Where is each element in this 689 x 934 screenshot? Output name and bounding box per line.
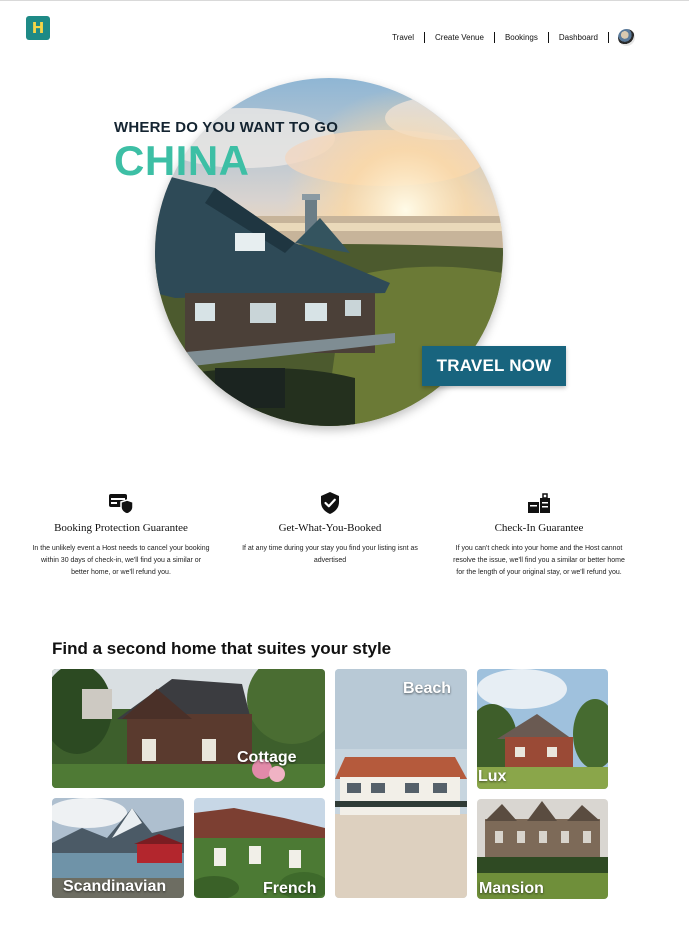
nav-dashboard[interactable]: Dashboard (547, 32, 608, 43)
tile-french[interactable]: French (194, 798, 325, 898)
feature-text: In the unlikely event a Host needs to ca… (32, 545, 210, 576)
feature-title: Check-In Guarantee (494, 522, 584, 534)
feature-title: Get-What-You-Booked (278, 522, 382, 534)
section-title: Find a second home that suites your styl… (52, 639, 392, 658)
nav-divider (608, 32, 609, 43)
tile-label: Scandinavian (63, 878, 167, 895)
avatar[interactable] (618, 29, 635, 46)
nav-travel[interactable]: Travel (382, 32, 424, 43)
tile-label: Beach (403, 680, 452, 697)
tile-label: Mansion (479, 880, 544, 897)
verified-shield-icon (235, 490, 425, 516)
feature-title: Booking Protection Guarantee (54, 522, 188, 534)
feature-text: If at any time during your stay you find… (242, 545, 418, 564)
tile-label: Cottage (237, 749, 297, 766)
booking-protection-icon (26, 490, 216, 516)
feature-check-in-guarantee: Check-In Guarantee If you can't check in… (444, 490, 634, 579)
nav-bookings[interactable]: Bookings (493, 32, 548, 43)
hero-kicker: WHERE DO YOU WANT TO GO (114, 119, 339, 136)
nav-create-venue[interactable]: Create Venue (424, 32, 494, 43)
tile-label: French (263, 880, 317, 897)
top-border (0, 0, 689, 1)
travel-now-button[interactable]: TRAVEL NOW (422, 346, 566, 386)
logo[interactable]: H (26, 16, 50, 40)
feature-booking-protection: Booking Protection Guarantee In the unli… (26, 490, 216, 579)
check-in-icon (444, 490, 634, 516)
tile-beach[interactable]: Beach (335, 669, 467, 898)
tile-cottage[interactable]: Cottage (52, 669, 325, 788)
tile-label: Lux (478, 768, 507, 785)
feature-get-what-you-booked: Get-What-You-Booked If at any time durin… (235, 490, 425, 567)
tile-lux[interactable]: Lux (477, 669, 608, 789)
tile-scandinavian[interactable]: Scandinavian (52, 798, 184, 898)
logo-letter: H (31, 18, 45, 37)
hero-destination: CHINA (114, 137, 250, 184)
top-nav: Travel Create Venue Bookings Dashboard (382, 29, 635, 46)
tile-mansion[interactable]: Mansion (477, 799, 608, 899)
feature-text: If you can't check into your home and th… (453, 545, 625, 576)
